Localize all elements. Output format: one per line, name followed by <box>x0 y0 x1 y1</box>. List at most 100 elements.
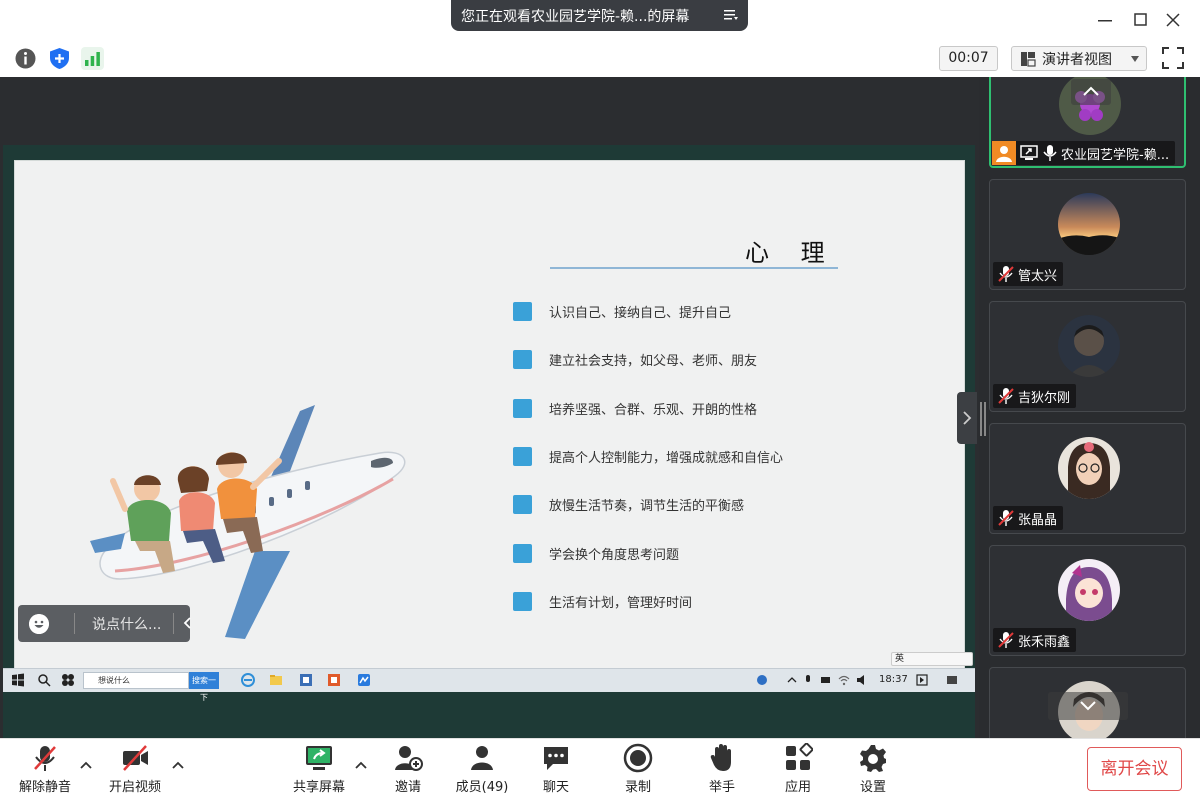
settings-button[interactable]: 设置 <box>850 743 896 797</box>
bullet-text: 生活有计划，管理好时间 <box>549 595 693 611</box>
record-icon <box>623 743 653 773</box>
participant-name: 管太兴 <box>1018 268 1058 284</box>
screen-share-icon <box>1020 145 1038 160</box>
shared-screen-area: 心 理 认识自己、接纳自己、提升自己 建立社会支持，如父母、老师、朋友 培养坚强… <box>0 77 979 745</box>
slide-bullet: 学会换个角度思考问题 <box>513 542 853 564</box>
title-underline <box>550 267 838 269</box>
scroll-down-icon[interactable] <box>1048 692 1128 720</box>
chat-button[interactable]: 聊天 <box>533 743 579 797</box>
invite-label: 邀请 <box>394 780 421 795</box>
record-button[interactable]: 录制 <box>615 743 661 797</box>
participant-name-tag: 张晶晶 <box>993 506 1064 530</box>
record-label: 录制 <box>624 780 651 795</box>
shield-icon[interactable] <box>48 47 71 70</box>
start-video-button[interactable]: 开启视频 <box>104 743 166 797</box>
remote-search-box: 想说什么 <box>83 672 189 689</box>
meeting-controls: 解除静音 开启视频 共享屏幕 邀请 成员(49) 聊天 录制 举手 应用 设置 … <box>0 738 1200 800</box>
bullet-text: 认识自己、接纳自己、提升自己 <box>549 305 732 321</box>
chevron-down-icon <box>1131 56 1139 62</box>
raise-hand-label: 举手 <box>708 780 735 795</box>
bullet-text: 提高个人控制能力，增强成就感和自信心 <box>549 450 784 466</box>
gear-icon <box>860 745 886 772</box>
bullet-square-icon <box>513 398 532 418</box>
participant-avatar <box>1058 559 1120 621</box>
chevron-left-icon[interactable] <box>182 616 194 630</box>
muted-microphone-icon <box>34 746 56 771</box>
participant-name-tag: 吉狄尔刚 <box>993 384 1077 408</box>
meeting-toolbar: 00:07 演讲者视图 <box>0 40 1200 77</box>
remote-taskbar: 想说什么 搜索一下 18:37 <box>3 668 975 702</box>
bullet-text: 建立社会支持，如父母、老师、朋友 <box>549 353 758 369</box>
bullet-square-icon <box>513 301 532 321</box>
remote-clock: 18:37 <box>879 674 908 685</box>
tray-notification-icon <box>916 674 928 686</box>
invite-button[interactable]: 邀请 <box>385 743 431 797</box>
participant-name-tag: 张禾雨鑫 <box>993 628 1077 652</box>
signal-icon[interactable] <box>81 47 104 70</box>
minimize-icon[interactable] <box>1095 10 1115 30</box>
chevron-up-icon[interactable] <box>172 761 184 769</box>
list-menu-icon[interactable] <box>724 8 738 22</box>
members-button[interactable]: 成员(49) <box>452 743 512 797</box>
divider <box>173 613 174 634</box>
maximize-icon[interactable] <box>1131 10 1151 30</box>
participant-tile[interactable]: 管太兴 <box>989 179 1186 290</box>
participant-tile[interactable] <box>989 667 1186 738</box>
participant-avatar <box>1058 315 1120 377</box>
bullet-text: 放慢生活节奏，调节生活的平衡感 <box>549 498 745 514</box>
bullet-square-icon <box>513 349 532 369</box>
remote-ime-bar: 英 <box>891 652 973 666</box>
ie-browser-icon <box>241 673 255 687</box>
tray-volume-icon <box>857 675 864 685</box>
add-user-icon <box>395 746 423 771</box>
share-screen-label: 共享屏幕 <box>292 780 345 795</box>
raise-hand-icon <box>710 744 731 771</box>
meeting-timer: 00:07 <box>939 46 998 71</box>
tray-battery-icon <box>821 677 830 683</box>
scroll-up-icon[interactable] <box>1071 79 1111 105</box>
slide-bullet: 提高个人控制能力，增强成就感和自信心 <box>513 445 853 467</box>
microphone-icon <box>1043 145 1057 161</box>
chevron-up-icon[interactable] <box>355 761 367 769</box>
muted-microphone-icon <box>998 266 1014 282</box>
resize-handle-icon[interactable] <box>980 402 986 436</box>
apps-label: 应用 <box>784 780 811 795</box>
ime-language-label: 英 <box>895 654 905 664</box>
tray-up-icon <box>787 677 797 683</box>
emoji-icon[interactable] <box>29 614 49 634</box>
panel-collapse-button[interactable] <box>957 392 977 444</box>
chat-composer[interactable]: 说点什么... <box>18 605 191 642</box>
members-label: 成员(49) <box>455 780 509 795</box>
raise-hand-button[interactable]: 举手 <box>699 743 745 797</box>
presentation-slide: 心 理 认识自己、接纳自己、提升自己 建立社会支持，如父母、老师、朋友 培养坚强… <box>14 160 965 670</box>
tray-mic-icon <box>806 675 810 682</box>
apps-button[interactable]: 应用 <box>775 743 821 797</box>
chat-input-placeholder[interactable]: 说点什么... <box>92 614 161 634</box>
unmute-button[interactable]: 解除静音 <box>14 743 76 797</box>
layout-icon <box>1021 51 1036 67</box>
leave-meeting-button[interactable]: 离开会议 <box>1087 747 1182 791</box>
chevron-right-icon <box>963 411 972 425</box>
view-mode-select[interactable]: 演讲者视图 <box>1011 46 1147 71</box>
participant-tile[interactable]: 农业园艺学院-赖... <box>989 77 1186 168</box>
slides-app-icon <box>328 674 340 686</box>
participant-tile[interactable]: 张晶晶 <box>989 423 1186 534</box>
participant-name-tag: 管太兴 <box>993 262 1064 286</box>
chat-label: 聊天 <box>542 780 569 795</box>
screen-share-banner[interactable]: 您正在观看农业园艺学院-赖...的屏幕 <box>451 0 748 31</box>
fullscreen-icon[interactable] <box>1161 46 1185 70</box>
participant-tile[interactable]: 张禾雨鑫 <box>989 545 1186 656</box>
info-icon[interactable] <box>14 47 37 70</box>
participant-name-tag: 农业园艺学院-赖... <box>992 141 1176 165</box>
close-icon[interactable] <box>1163 10 1183 30</box>
task-view-icon <box>62 674 74 686</box>
slide-bullet: 生活有计划，管理好时间 <box>513 590 853 612</box>
chevron-up-icon[interactable] <box>80 761 92 769</box>
apps-grid-icon <box>786 743 813 770</box>
unmute-label: 解除静音 <box>18 780 71 795</box>
muted-microphone-icon <box>998 510 1014 526</box>
bullet-square-icon <box>513 543 532 563</box>
share-screen-button[interactable]: 共享屏幕 <box>289 743 349 797</box>
participant-tile[interactable]: 吉狄尔刚 <box>989 301 1186 412</box>
members-icon <box>471 746 493 770</box>
